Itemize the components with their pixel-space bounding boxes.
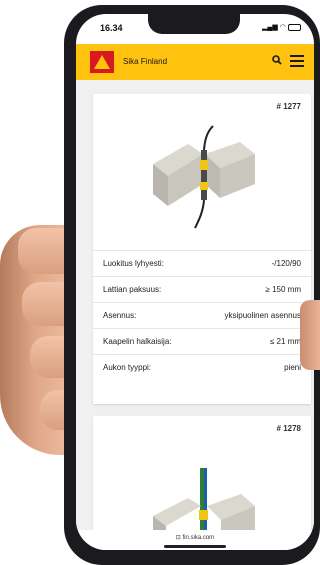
- spec-row: Aukon tyyppi: pieni: [93, 354, 311, 380]
- product-card[interactable]: # 1278: [93, 416, 311, 530]
- home-indicator[interactable]: [164, 545, 226, 548]
- brand-name: Sika Finland: [123, 57, 168, 66]
- spec-label: Kaapelin halkaisija:: [103, 337, 172, 346]
- product-list[interactable]: # 1277 Luokitus lyhyesti: -/120/90 Latti…: [76, 80, 314, 530]
- penetration-seal-image: [153, 125, 255, 229]
- sika-logo-icon[interactable]: [90, 51, 114, 73]
- battery-icon: [287, 23, 301, 31]
- search-icon[interactable]: [272, 55, 282, 65]
- spec-label: Asennus:: [103, 311, 137, 320]
- signal-icon: ▂▄▆: [262, 24, 278, 31]
- spec-label: Lattian paksuus:: [103, 285, 162, 294]
- product-card[interactable]: # 1277 Luokitus lyhyesti: -/120/90 Latti…: [93, 94, 311, 404]
- notch: [148, 14, 240, 34]
- product-id: # 1278: [276, 424, 301, 433]
- menu-icon[interactable]: [290, 55, 304, 67]
- spec-value: yksipuolinen asennus: [224, 311, 302, 320]
- spec-label: Aukon tyyppi:: [103, 363, 152, 372]
- spec-row: Luokitus lyhyesti: -/120/90: [93, 250, 311, 276]
- spec-row: Asennus: yksipuolinen asennus: [93, 302, 311, 328]
- spec-value: ≤ 21 mm: [269, 337, 301, 346]
- spec-row: Lattian paksuus: ≥ 150 mm: [93, 276, 311, 302]
- spec-label: Luokitus lyhyesti:: [103, 259, 164, 268]
- site-header: Sika Finland: [76, 44, 314, 80]
- spec-value: -/120/90: [271, 259, 301, 268]
- product-id: # 1277: [276, 102, 301, 111]
- status-time: 16.34: [100, 23, 123, 33]
- spec-value: ≥ 150 mm: [265, 285, 301, 294]
- wifi-icon: ◠: [279, 24, 286, 31]
- lock-icon: ⊡: [175, 535, 181, 541]
- spec-row: Kaapelin halkaisija: ≤ 21 mm: [93, 328, 311, 354]
- url-text: fin.sika.com: [182, 535, 215, 541]
- spec-value: pieni: [284, 363, 301, 372]
- status-icons: ▂▄▆ ◠: [262, 23, 301, 31]
- penetration-seal-image: [153, 468, 255, 530]
- spec-list: Luokitus lyhyesti: -/120/90 Lattian paks…: [93, 250, 311, 380]
- phone-screen: 16.34 ▂▄▆ ◠ Sika Finland # 1277 Luokitus…: [76, 14, 314, 550]
- thumb: [300, 300, 320, 370]
